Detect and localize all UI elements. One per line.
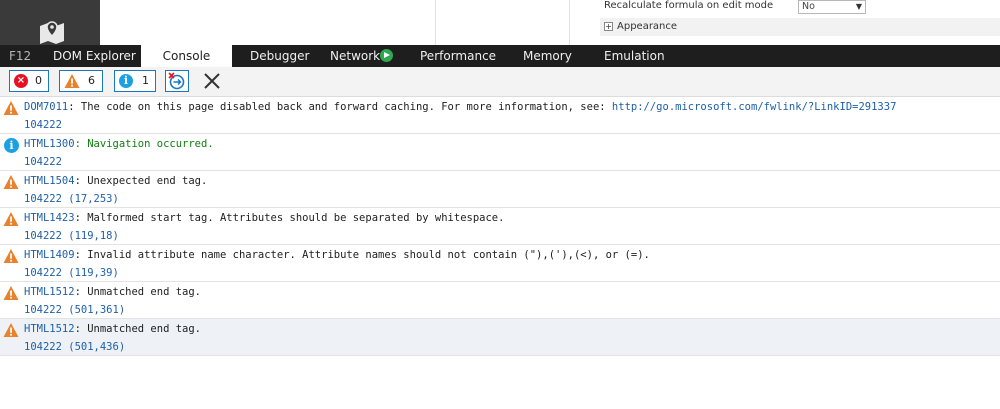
message-source-link[interactable]: 104222 (501,361) [24, 304, 125, 316]
errors-filter-button[interactable]: × 0 [9, 70, 49, 92]
tab-debugger[interactable]: Debugger [250, 45, 309, 67]
help-link[interactable]: http://go.microsoft.com/fwlink/?LinkID=2… [612, 101, 896, 113]
console-message: HTML1504: Unexpected end tag. 104222 (17… [0, 171, 1000, 208]
recalc-property-label: Recalculate formula on edit mode [604, 0, 774, 11]
f12-label: F12 [9, 49, 32, 63]
message-body: : The code on this page disabled back an… [68, 101, 612, 113]
dropdown-caret-icon: ▼ [855, 2, 862, 11]
message-body: : Unmatched end tag. [74, 323, 202, 335]
error-filter-icon: × [14, 74, 28, 88]
tab-performance[interactable]: Performance [420, 45, 496, 67]
message-source-link[interactable]: 104222 [24, 156, 62, 168]
message-body: : Navigation occurred. [74, 138, 214, 150]
expand-icon[interactable]: + [604, 22, 613, 31]
message-code: HTML1423 [24, 212, 75, 224]
message-body: : Malformed start tag. Attributes should… [74, 212, 505, 224]
target-frame-button[interactable] [165, 70, 189, 92]
message-text: HTML1409: Invalid attribute name charact… [24, 249, 650, 261]
message-source-link[interactable]: 104222 (119,18) [24, 230, 119, 242]
console-message: HTML1409: Invalid attribute name charact… [0, 245, 1000, 282]
map-thumbnail[interactable] [0, 0, 100, 45]
message-source-link[interactable]: 104222 (119,39) [24, 267, 119, 279]
warning-icon [3, 323, 19, 337]
console-message: HTML1512: Unmatched end tag. 104222 (501… [0, 319, 1000, 356]
console-output: DOM7011: The code on this page disabled … [0, 97, 1000, 356]
warning-icon [3, 286, 19, 300]
pane-divider [435, 0, 436, 45]
appearance-section-label: Appearance [617, 21, 678, 32]
info-filter-icon: i [119, 74, 133, 88]
tab-network[interactable]: Network [330, 45, 380, 67]
message-code: HTML1409 [24, 249, 75, 261]
warning-icon [3, 175, 19, 189]
message-source-link[interactable]: 104222 (501,436) [24, 341, 125, 353]
tab-console[interactable]: Console [141, 45, 232, 67]
message-code: HTML1504 [24, 175, 75, 187]
target-frame-icon [168, 72, 185, 90]
recalc-property-select[interactable]: No ▼ [798, 0, 866, 14]
network-record-icon[interactable] [380, 49, 393, 62]
warning-filter-icon [64, 74, 80, 88]
message-text: HTML1512: Unmatched end tag. [24, 286, 201, 298]
recalc-property-value: No [802, 1, 815, 12]
message-body: : Invalid attribute name character. Attr… [74, 249, 650, 261]
console-message: DOM7011: The code on this page disabled … [0, 97, 1000, 134]
map-pin-icon [40, 21, 64, 44]
message-text: HTML1300: Navigation occurred. [24, 138, 214, 150]
info-icon: i [4, 138, 19, 153]
message-text: DOM7011: The code on this page disabled … [24, 101, 896, 113]
warning-icon [3, 249, 19, 263]
message-code: DOM7011 [24, 101, 69, 113]
message-text: HTML1512: Unmatched end tag. [24, 323, 201, 335]
message-text: HTML1504: Unexpected end tag. [24, 175, 207, 187]
devtools-tab-bar: F12 DOM Explorer Console Debugger Networ… [0, 45, 1000, 67]
message-source-link[interactable]: 104222 (17,253) [24, 193, 119, 205]
console-message: HTML1512: Unmatched end tag. 104222 (501… [0, 282, 1000, 319]
console-toolbar: × 0 6 i 1 [0, 67, 1000, 97]
warning-icon [3, 212, 19, 226]
message-source-link[interactable]: 104222 [24, 119, 62, 131]
clear-console-button[interactable] [200, 70, 224, 92]
page-content-strip: Recalculate formula on edit mode No ▼ + … [0, 0, 1000, 45]
clear-console-icon [204, 73, 220, 89]
message-body: : Unexpected end tag. [74, 175, 208, 187]
warnings-filter-button[interactable]: 6 [59, 70, 103, 92]
message-code: HTML1512 [24, 323, 75, 335]
info-filter-button[interactable]: i 1 [114, 70, 156, 92]
message-body: : Unmatched end tag. [74, 286, 202, 298]
message-code: HTML1512 [24, 286, 75, 298]
recalc-property-row: Recalculate formula on edit mode No ▼ [600, 0, 1000, 14]
pane-divider [569, 0, 570, 45]
warning-icon [3, 101, 19, 115]
tab-emulation[interactable]: Emulation [604, 45, 665, 67]
tab-dom-explorer[interactable]: DOM Explorer [53, 45, 136, 67]
appearance-section-header[interactable]: + Appearance [600, 18, 1000, 36]
message-code: HTML1300 [24, 138, 75, 150]
message-text: HTML1423: Malformed start tag. Attribute… [24, 212, 504, 224]
errors-count: 0 [35, 74, 42, 87]
console-message: i HTML1300: Navigation occurred. 104222 [0, 134, 1000, 171]
warnings-count: 6 [88, 74, 95, 87]
info-count: 1 [142, 74, 149, 87]
tab-memory[interactable]: Memory [523, 45, 572, 67]
console-message: HTML1423: Malformed start tag. Attribute… [0, 208, 1000, 245]
